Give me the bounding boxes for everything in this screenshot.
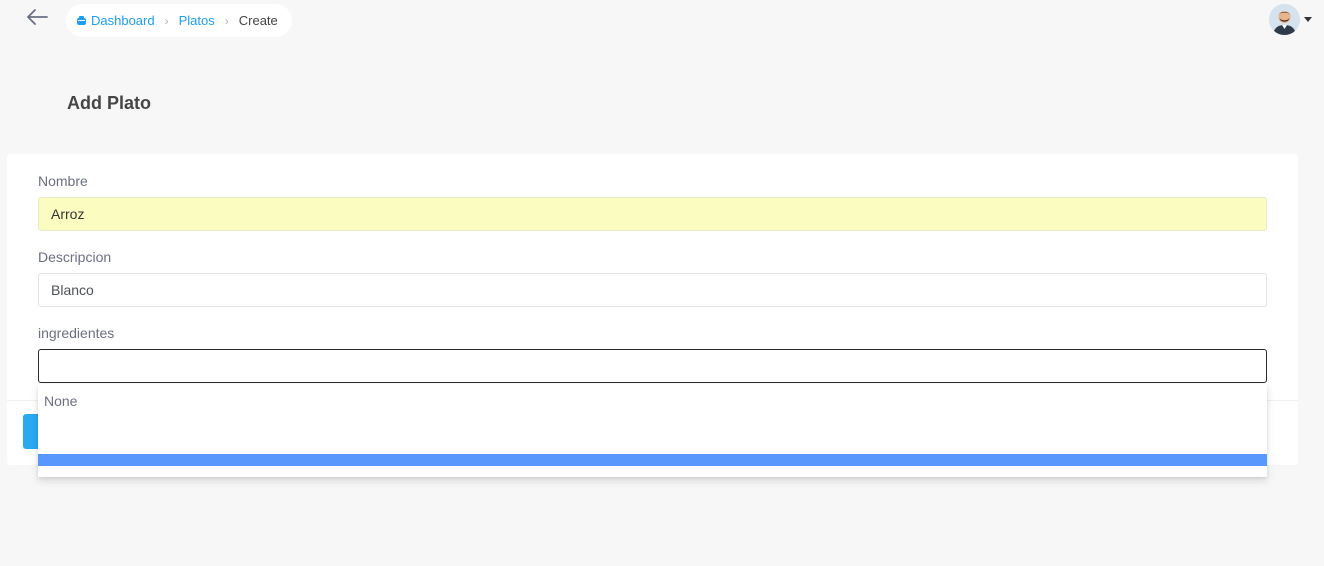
breadcrumb-dashboard-label: Dashboard [91, 13, 155, 28]
home-icon [76, 15, 87, 26]
back-button[interactable] [22, 6, 52, 32]
dropdown-highlighted-option[interactable] [38, 454, 1267, 466]
breadcrumb: Dashboard › Platos › Create [66, 4, 292, 37]
descripcion-label: Descripcion [38, 249, 112, 265]
nombre-input[interactable] [38, 197, 1267, 231]
descripcion-input[interactable] [38, 273, 1267, 307]
dropdown-option-none[interactable]: None [44, 393, 77, 409]
breadcrumb-dashboard[interactable]: Dashboard [76, 13, 155, 28]
breadcrumb-platos[interactable]: Platos [179, 13, 215, 28]
page-title: Add Plato [67, 93, 151, 113]
arrow-left-icon [25, 8, 49, 31]
caret-down-icon [1304, 17, 1312, 22]
chevron-right-icon: › [224, 13, 229, 28]
ingredientes-search-input[interactable] [38, 349, 1267, 383]
nombre-label: Nombre [38, 173, 88, 189]
chevron-right-icon: › [164, 13, 169, 28]
user-menu[interactable] [1269, 4, 1312, 35]
ingredientes-dropdown: None [38, 384, 1267, 477]
breadcrumb-create: Create [238, 13, 278, 28]
avatar [1269, 4, 1300, 35]
ingredientes-label: ingredientes [38, 325, 115, 341]
